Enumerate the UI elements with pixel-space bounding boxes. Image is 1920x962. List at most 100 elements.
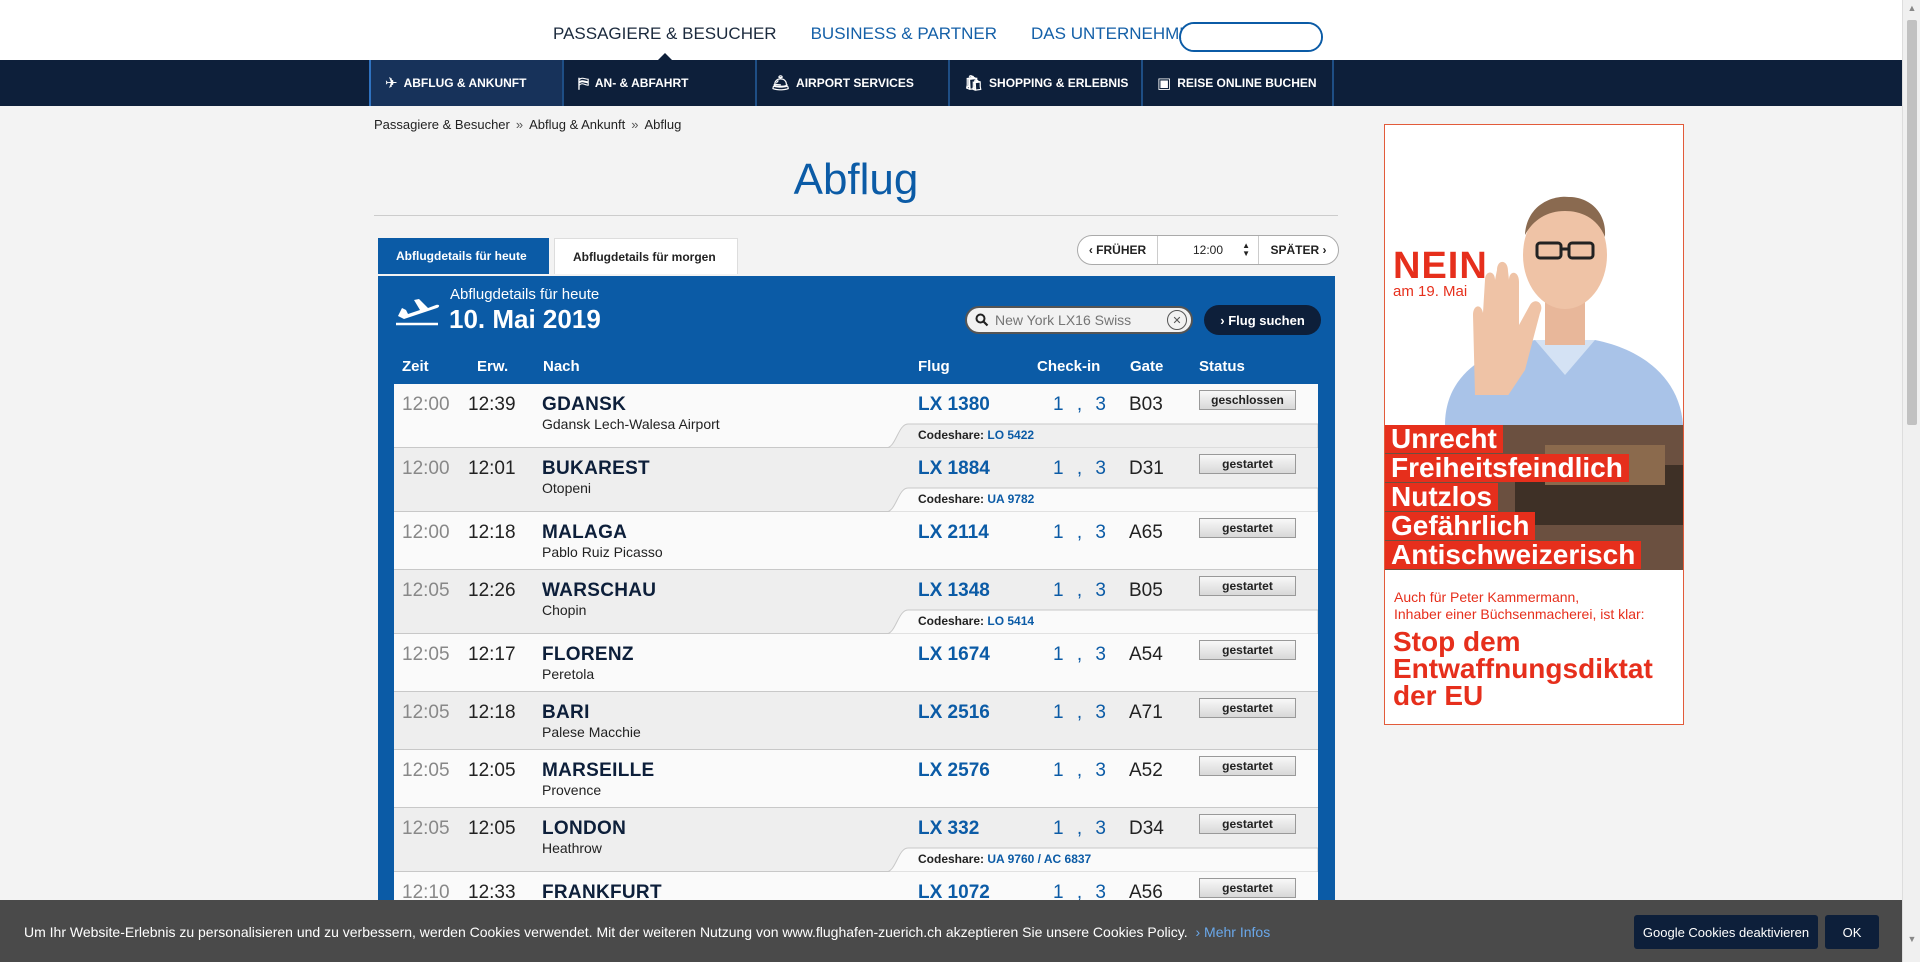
row-status-badge: gestartet [1199,454,1296,474]
codeshare-label: Codeshare: [918,428,985,442]
col-zeit: Zeit [402,358,429,375]
codeshare-flights[interactable]: LO 5422 [987,428,1034,442]
board-subtitle: Abflugdetails für heute [450,286,600,303]
row-checkin[interactable]: 1 , 3 [1053,522,1110,544]
row-checkin[interactable]: 1 , 3 [1053,580,1110,602]
row-flight-number[interactable]: LX 1884 [918,458,990,480]
sub-nav: ✈ ABFLUG & ANKUNFT ⛿ AN- & ABFAHRT 🛎 AIR… [0,60,1902,106]
table-row[interactable]: 12:00 12:01 BUKAREST Otopeni LX 1884 1 , 3 D31… [394,448,1318,512]
subnav-shopping-erlebnis[interactable]: 🛍 SHOPPING & ERLEBNIS [948,60,1141,106]
subnav-airport-services[interactable]: 🛎 AIRPORT SERVICES [755,60,948,106]
codeshare-label: Codeshare: [918,614,985,628]
subnav-abflug-ankunft[interactable]: ✈ ABFLUG & ANKUNFT [369,60,562,106]
codeshare-text: Codeshare: UA 9782 [918,492,1034,506]
row-gate: A52 [1129,760,1163,781]
earlier-label: FRÜHER [1096,243,1147,257]
table-row[interactable]: 12:10 12:33 FRANKFURT LX 1072 1 , 3 A56 gestar… [394,872,1318,900]
codeshare-bar: Codeshare: LO 5422 [886,422,1318,448]
row-checkin[interactable]: 1 , 3 [1053,760,1110,782]
scrollbar[interactable]: ▲ ▼ [1902,0,1920,962]
subnav-an-abfahrt[interactable]: ⛿ AN- & ABFAHRT [562,60,755,106]
nav-das-unternehmen[interactable]: DAS UNTERNEHMEN [1031,24,1203,44]
table-row[interactable]: 12:00 12:39 GDANSK Gdansk Lech-Walesa Airpo… [394,384,1318,448]
chevron-right-icon: › [1322,243,1327,257]
row-airport: Pablo Ruiz Picasso [542,544,663,560]
codeshare-flights[interactable]: LO 5414 [987,614,1034,628]
row-checkin[interactable]: 1 , 3 [1053,644,1110,666]
row-zeit: 12:00 [402,394,450,415]
table-row[interactable]: 12:00 12:18 MALAGA Pablo Ruiz Picasso LX 211… [394,512,1318,570]
codeshare-flights[interactable]: UA 9782 [987,492,1034,506]
row-checkin[interactable]: 1 , 3 [1053,818,1110,840]
later-label: SPÄTER [1270,243,1320,257]
row-airport: Gdansk Lech-Walesa Airport [542,416,720,432]
row-destination: BARI [542,702,590,723]
row-flight-number[interactable]: LX 1348 [918,580,990,602]
flight-search-input[interactable] [995,312,1167,328]
row-flight-number[interactable]: LX 1072 [918,882,990,900]
row-zeit: 12:05 [402,702,450,723]
breadcrumb-current[interactable]: Abflug [644,117,681,132]
subnav-reise-online-buchen[interactable]: ▣ REISE ONLINE BUCHEN [1141,60,1334,106]
row-erw: 12:18 [468,702,516,723]
breadcrumb: Passagiere & Besucher » Abflug & Ankunft… [374,117,681,132]
row-airport: Provence [542,782,602,798]
row-checkin[interactable]: 1 , 3 [1053,458,1110,480]
col-flug: Flug [918,358,950,375]
row-gate: B03 [1129,394,1163,415]
row-flight-number[interactable]: LX 1380 [918,394,990,416]
deactivate-google-cookies-button[interactable]: Google Cookies deaktivieren [1634,915,1818,949]
time-select[interactable]: 12:00 ▲ ▼ [1158,236,1258,264]
ad-cta-line: Stop dem [1393,626,1521,657]
cookie-ok-button[interactable]: OK [1825,915,1879,949]
tab-tomorrow[interactable]: Abflugdetails für morgen [554,238,738,274]
ad-cta-line: Entwaffnungsdiktat [1393,653,1653,684]
ad-word-list: Unrecht Freiheitsfeindlich Nutzlos Gefäh… [1385,425,1683,570]
table-row[interactable]: 12:05 12:17 FLORENZ Peretola LX 1674 1 , 3 A54… [394,634,1318,692]
nav-passagiere-besucher[interactable]: PASSAGIERE & BESUCHER [553,24,777,61]
row-status-badge: gestartet [1199,756,1296,776]
row-destination: MARSEILLE [542,760,655,781]
codeshare-flights[interactable]: UA 9760 / AC 6837 [987,852,1091,866]
row-flight-number[interactable]: LX 2516 [918,702,990,724]
row-flight-number[interactable]: LX 332 [918,818,979,840]
clear-icon[interactable]: ✕ [1167,310,1187,330]
table-row[interactable]: 12:05 12:18 BARI Palese Macchie LX 2516 1 , 3… [394,692,1318,750]
table-row[interactable]: 12:05 12:05 LONDON Heathrow LX 332 1 , 3 D34 ge… [394,808,1318,872]
nav-business-partner[interactable]: BUSINESS & PARTNER [811,24,997,44]
row-gate: D31 [1129,458,1164,479]
row-checkin[interactable]: 1 , 3 [1053,394,1110,416]
ad-word: Freiheitsfeindlich [1385,454,1629,482]
tab-today[interactable]: Abflugdetails für heute [378,238,549,274]
breadcrumb-link[interactable]: Abflug & Ankunft [529,117,625,132]
codeshare-label: Codeshare: [918,492,985,506]
cookie-more-info-link[interactable]: › Mehr Infos [1196,924,1271,940]
row-checkin[interactable]: 1 , 3 [1053,882,1110,900]
scroll-up-icon[interactable]: ▲ [1907,3,1917,15]
row-checkin[interactable]: 1 , 3 [1053,702,1110,724]
scroll-down-icon[interactable]: ▼ [1907,934,1917,946]
earlier-button[interactable]: ‹ FRÜHER [1078,236,1158,264]
subnav-label: AN- & ABFAHRT [594,76,689,90]
subnav-label: ABFLUG & ANKUNFT [403,76,527,90]
flight-search-button[interactable]: › Flug suchen [1204,305,1321,335]
ad-subtext: Auch für Peter Kammermann, Inhaber einer… [1394,589,1645,623]
table-row[interactable]: 12:05 12:05 MARSEILLE Provence LX 2576 1 , 3 A… [394,750,1318,808]
row-erw: 12:05 [468,818,516,839]
row-flight-number[interactable]: LX 1674 [918,644,990,666]
row-flight-number[interactable]: LX 2114 [918,522,989,544]
codeshare-text: Codeshare: LO 5422 [918,428,1034,442]
ad-subtext-line: Auch für Peter Kammermann, [1394,589,1580,605]
row-flight-number[interactable]: LX 2576 [918,760,990,782]
advertisement[interactable]: NEIN am 19. Mai Unrecht Freiheitsfeindli… [1384,124,1684,725]
departures-board: Abflugdetails für heute 10. Mai 2019 ✕ ›… [378,276,1335,900]
table-row[interactable]: 12:05 12:26 WARSCHAU Chopin LX 1348 1 , 3 B05 g… [394,570,1318,634]
site-search-input[interactable] [1181,24,1321,50]
later-button[interactable]: SPÄTER › [1258,236,1338,264]
cookie-banner: Um Ihr Website-Erlebnis zu personalisier… [0,900,1902,962]
ad-word: Nutzlos [1385,483,1499,511]
booking-icon: ▣ [1157,75,1172,92]
breadcrumb-link[interactable]: Passagiere & Besucher [374,117,510,132]
shopping-bag-icon: 🛍 [964,75,984,92]
scrollbar-thumb[interactable] [1907,20,1917,425]
